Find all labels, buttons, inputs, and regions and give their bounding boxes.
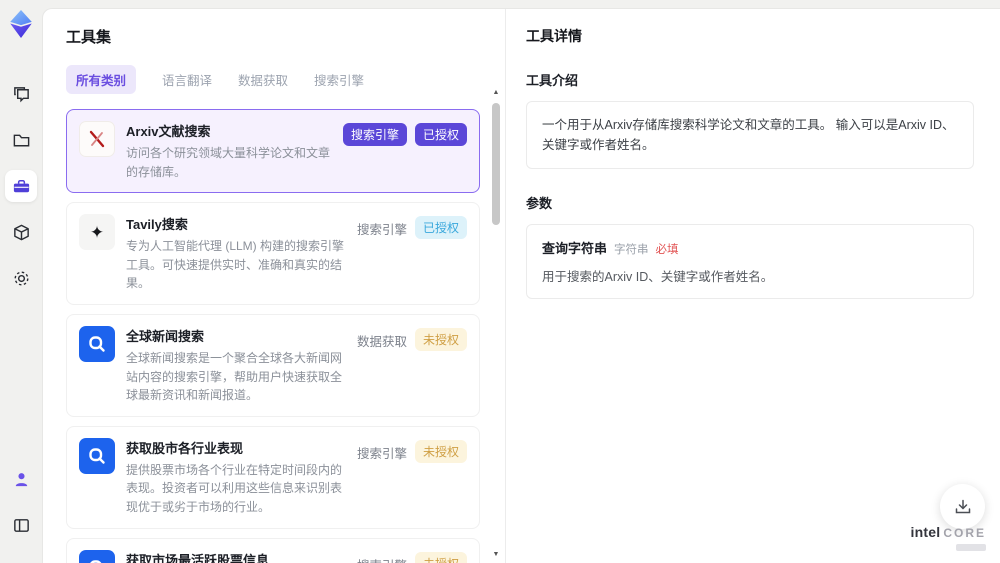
scrollbar-thumb[interactable] — [492, 103, 500, 225]
tavily-star-icon: ✦ — [89, 222, 105, 242]
auth-badge: 未授权 — [414, 327, 467, 351]
tool-tags: 搜索引擎未授权 — [357, 550, 467, 563]
app-window: 工具集 所有类别 语言翻译 数据获取 搜索引擎 Arxiv文献搜索 访问各个研究领域大… — [0, 0, 1000, 563]
tool-tags: 搜索引擎 已授权 — [342, 121, 467, 146]
page-title: 工具集 — [66, 29, 112, 46]
intro-box: 一个用于从Arxiv存储库搜索科学论文和文章的工具。 输入可以是Arxiv ID… — [526, 101, 974, 169]
tool-name: Arxiv文献搜索 — [126, 124, 211, 139]
auth-badge: 已授权 — [414, 216, 467, 240]
tool-cards-list: Arxiv文献搜索 访问各个研究领域大量科学论文和文章的存储库。 搜索引擎 已授权… — [66, 109, 480, 563]
sidebar-item-collapse[interactable] — [5, 509, 37, 541]
param-type: 字符串 — [614, 244, 649, 256]
param-name: 查询字符串 — [542, 241, 608, 256]
tool-tags: 数据获取 未授权 — [357, 326, 467, 353]
category-label: 搜索引擎 — [357, 552, 407, 563]
auth-badge: 已授权 — [414, 123, 467, 146]
sidebar-item-tools[interactable] — [5, 170, 37, 202]
scroll-down-icon[interactable]: ▼ — [490, 551, 502, 559]
tool-card-4[interactable]: 获取市场最活跃股票信息 提供当天交易量最高的股票列表。投资者可以利用这些信息来识… — [66, 537, 480, 563]
tool-icon — [79, 325, 115, 362]
tool-detail-pane: 工具详情 工具介绍 一个用于从Arxiv存储库搜索科学论文和文章的工具。 输入可… — [506, 9, 1000, 563]
tool-name: 全球新闻搜索 — [126, 328, 205, 344]
tool-icon — [79, 437, 115, 474]
param-header: 查询字符串 字符串 必填 — [542, 238, 958, 257]
search-icon — [89, 336, 105, 352]
user-icon — [15, 472, 27, 486]
tool-card-1[interactable]: ✦ Tavily搜索 专为人工智能代理 (LLM) 构建的搜索引擎工具。可快速提… — [66, 202, 480, 305]
toolbox-icon — [13, 179, 29, 192]
download-icon — [955, 499, 970, 513]
tool-name: 获取市场最活跃股票信息 — [126, 552, 270, 563]
list-scrollbar[interactable]: ▲ ▼ — [490, 89, 502, 559]
scroll-up-icon[interactable]: ▲ — [490, 89, 502, 97]
tool-tags: 搜索引擎未授权 — [357, 438, 467, 465]
sidebar-item-account[interactable] — [5, 463, 37, 495]
content-shell: 工具集 所有类别 语言翻译 数据获取 搜索引擎 Arxiv文献搜索 访问各个研究领域大… — [42, 8, 1000, 563]
category-label: 搜索引擎 — [356, 223, 407, 238]
tool-desc: 全球新闻搜索是一个聚合全球各大新闻网站内容的搜索引擎，帮助用户快速获取全球最新资… — [126, 350, 343, 403]
category-label: 数据获取 — [356, 334, 407, 349]
tool-card-3[interactable]: 获取股市各行业表现 提供股票市场各个行业在特定时间段内的表现。投资者可以利用这些… — [66, 425, 480, 529]
intel-badge-bar — [956, 544, 986, 551]
sidebar-item-settings[interactable] — [5, 262, 37, 294]
sidebar-item-packages[interactable] — [5, 216, 37, 248]
settings-icon — [14, 271, 28, 285]
tool-list-pane: 工具集 所有类别 语言翻译 数据获取 搜索引擎 Arxiv文献搜索 访问各个研究领域大… — [43, 9, 506, 563]
app-logo-icon — [10, 10, 32, 38]
tool-card-0[interactable]: Arxiv文献搜索 访问各个研究领域大量科学论文和文章的存储库。 搜索引擎 已授权 — [66, 109, 480, 194]
tab-2[interactable]: 数据获取 — [238, 65, 288, 94]
sidebar-item-files[interactable] — [5, 124, 37, 156]
tab-1[interactable]: 语言翻译 — [162, 65, 212, 94]
search-icon — [89, 559, 102, 563]
tool-desc: 访问各个研究领域大量科学论文和文章的存储库。 — [126, 146, 331, 179]
tool-card-2[interactable]: 全球新闻搜索 全球新闻搜索是一个聚合全球各大新闻网站内容的搜索引擎，帮助用户快速… — [66, 313, 480, 417]
tool-icon: ✦ — [79, 214, 115, 251]
search-icon — [89, 448, 105, 464]
tool-desc: 提供股票市场各个行业在特定时间段内的表现。投资者可以利用这些信息来识别表现优于或… — [126, 462, 343, 514]
tool-name: Tavily搜索 — [126, 217, 188, 233]
param-required-badge: 必填 — [655, 244, 679, 256]
tool-desc: 专为人工智能代理 (LLM) 构建的搜索引擎工具。可快速提供实时、准确和真实的结… — [126, 239, 345, 291]
category-badge: 搜索引擎 — [342, 123, 407, 146]
tool-icon — [79, 121, 115, 157]
chat-icon — [13, 86, 29, 102]
intel-wordmark: intel — [910, 524, 941, 540]
param-box: 查询字符串 字符串 必填 用于搜索的Arxiv ID、关键字或作者姓名。 — [526, 224, 974, 299]
intro-text: 一个用于从Arxiv存储库搜索科学论文和文章的工具。 输入可以是Arxiv ID… — [542, 118, 955, 152]
detail-title: 工具详情 — [526, 28, 582, 44]
auth-badge: 未授权 — [414, 439, 467, 463]
category-label: 搜索引擎 — [356, 446, 407, 461]
folder-icon — [13, 134, 29, 146]
intel-core-logo: intel CORE — [911, 525, 986, 555]
param-desc: 用于搜索的Arxiv ID、关键字或作者姓名。 — [542, 270, 774, 284]
left-rail — [0, 0, 42, 563]
tab-0[interactable]: 所有类别 — [66, 65, 137, 94]
category-tabs: 所有类别 语言翻译 数据获取 搜索引擎 — [66, 65, 505, 94]
panel-toggle-icon — [13, 518, 29, 532]
tool-icon — [79, 549, 115, 563]
tool-tags: 搜索引擎 已授权 — [357, 214, 467, 241]
params-heading: 参数 — [526, 196, 553, 211]
intro-heading: 工具介绍 — [526, 73, 579, 88]
arxiv-icon — [89, 130, 105, 148]
core-wordmark: CORE — [943, 526, 986, 540]
tab-3[interactable]: 搜索引擎 — [314, 65, 364, 94]
sidebar-item-chat[interactable] — [5, 78, 37, 110]
tool-name: 获取股市各行业表现 — [126, 440, 244, 456]
package-icon — [13, 224, 29, 240]
auth-badge: 未授权 — [414, 551, 467, 563]
download-button[interactable] — [940, 484, 985, 529]
